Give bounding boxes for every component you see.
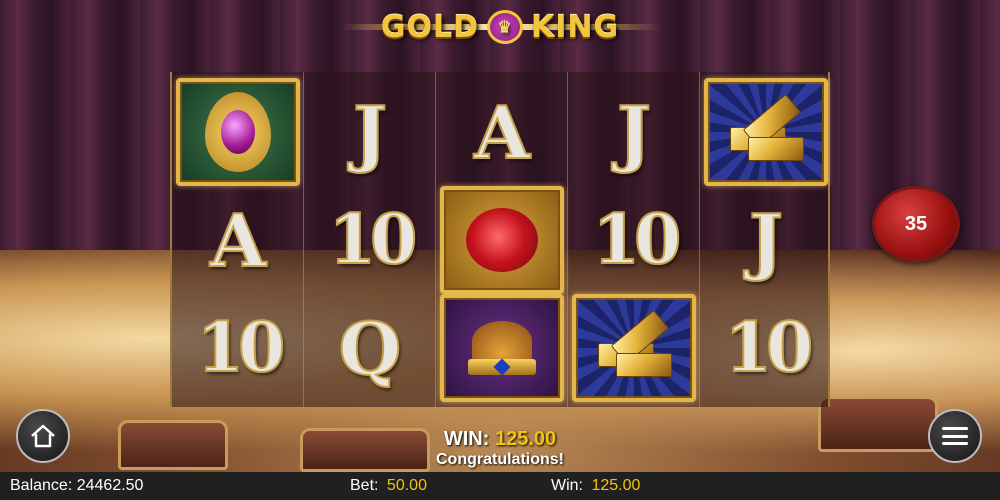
reel-2: J 10 Q [304, 72, 436, 407]
reel-symbol: 10 [572, 186, 696, 294]
amulet-symbol [176, 78, 300, 186]
bet-display[interactable]: Bet: 50.00 [350, 477, 427, 495]
symbol-letter: J [616, 89, 652, 176]
reel-symbol: 10 [308, 186, 432, 294]
symbol-letter: 10 [592, 199, 683, 281]
symbol-letter: 10 [196, 307, 287, 389]
reel-symbol: J [308, 78, 432, 186]
gold-bars-icon [594, 309, 674, 383]
reel-1: A 10 [172, 72, 304, 407]
rose-icon [466, 208, 538, 272]
win-value: 125.00 [591, 477, 641, 494]
symbol-letter: J [352, 89, 388, 176]
bet-label: Bet: [350, 477, 379, 494]
reel-symbol: 10 [704, 294, 828, 402]
reel-symbol: A [176, 186, 300, 294]
symbol-letter: A [209, 197, 267, 284]
symbol-letter: A [473, 89, 531, 176]
balance-display: Balance: 24462.50 [10, 477, 143, 495]
symbol-letter: Q [338, 305, 403, 392]
symbol-letter: 10 [724, 307, 815, 389]
status-bar: Balance: 24462.50 Bet: 50.00 Win: 125.00 [0, 472, 1000, 500]
rose-symbol [440, 186, 564, 294]
multiplier-value: 35 [904, 212, 928, 235]
hamburger-menu-icon [942, 427, 968, 445]
crown-gem-icon: ♛ [487, 10, 523, 44]
reel-grid: A 10 J 10 Q A J 10 J 10 [170, 72, 830, 407]
gold-bars-symbol [704, 78, 828, 186]
home-icon [31, 424, 55, 448]
reel-symbol: A [440, 78, 564, 186]
reel-symbol: 10 [176, 294, 300, 402]
home-button[interactable] [16, 409, 70, 463]
reel-5: J 10 [700, 72, 832, 407]
multiplier-bubble[interactable]: 35 [872, 186, 960, 262]
bet-value: 50.00 [386, 477, 427, 494]
congratulations-text: Congratulations! [436, 451, 564, 468]
balance-value: 24462.50 [76, 477, 144, 494]
balance-label: Balance: [10, 477, 73, 494]
gold-bars-icon [726, 93, 806, 167]
symbol-letter: J [748, 197, 784, 284]
crown-symbol [440, 294, 564, 402]
reel-symbol: Q [308, 294, 432, 402]
win-message-label: WIN: [443, 428, 490, 450]
crown-icon [464, 315, 540, 381]
symbol-letter: 10 [328, 199, 419, 281]
amulet-icon [205, 92, 271, 172]
gold-bars-symbol [572, 294, 696, 402]
game-logo: GOLD ♛ KING [338, 6, 662, 48]
win-display: Win: 125.00 [551, 477, 640, 495]
menu-button[interactable] [928, 409, 982, 463]
reel-4: J 10 [568, 72, 700, 407]
win-label: Win: [551, 477, 583, 494]
win-message: WIN: 125.00 Congratulations! [400, 428, 600, 469]
reel-symbol: J [572, 78, 696, 186]
treasure-chest-left [118, 420, 228, 470]
treasure-chest-right [818, 396, 938, 452]
logo-text-right: KING [531, 9, 620, 45]
reel-3: A [436, 72, 568, 407]
logo-text-left: GOLD [380, 9, 479, 45]
win-message-amount: 125.00 [494, 428, 557, 450]
reel-symbol: J [704, 186, 828, 294]
